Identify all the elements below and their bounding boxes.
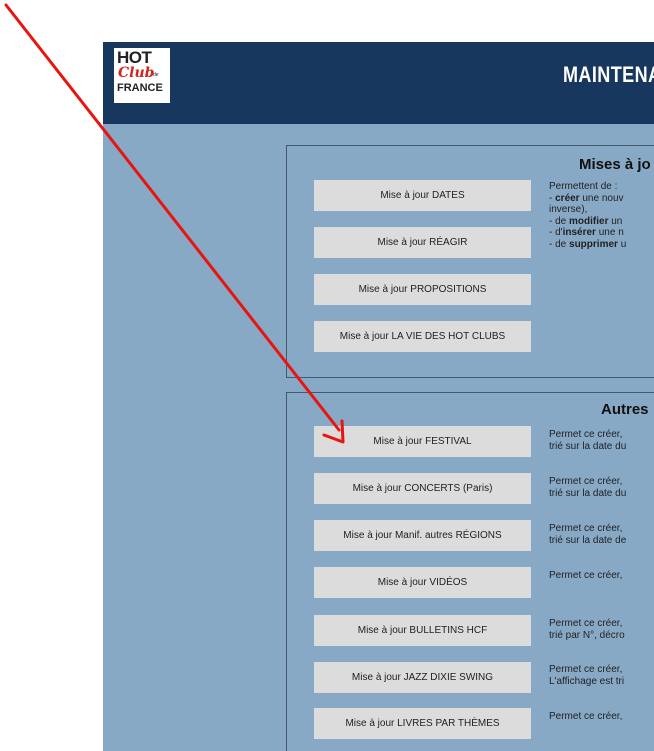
updates-panel-title: Mises à jo (579, 156, 651, 173)
update-festival-button[interactable]: Mise à jour FESTIVAL (314, 426, 531, 457)
bulletins-description: Permet ce créer, trié par N°, décro (549, 618, 625, 641)
desc-line-modify: - de modifier un (549, 215, 623, 227)
jazz-dixie-swing-description: Permet ce créer, L'affichage est tri (549, 664, 625, 687)
update-dates-button[interactable]: Mise à jour DATES (314, 180, 531, 211)
logo-text-club: Club (118, 65, 155, 81)
update-reagir-button[interactable]: Mise à jour RÉAGIR (314, 227, 531, 258)
regions-description: Permet ce créer, trié sur la date de (549, 523, 627, 546)
updates-description: Permettent de : - créer une nouv inverse… (549, 181, 626, 250)
desc-line-inverse: inverse), (549, 204, 588, 215)
desc-line-insert: - d'insérer une n (549, 227, 624, 238)
update-bulletins-button[interactable]: Mise à jour BULLETINS HCF (314, 615, 531, 646)
update-jazz-dixie-swing-button[interactable]: Mise à jour JAZZ DIXIE SWING (314, 662, 531, 693)
videos-description: Permet ce créer, (549, 570, 623, 581)
update-regions-button[interactable]: Mise à jour Manif. autres RÉGIONS (314, 520, 531, 551)
update-livres-button[interactable]: Mise à jour LIVRES PAR THÈMES (314, 708, 531, 739)
concerts-description: Permet ce créer, trié sur la date du (549, 476, 627, 499)
update-vie-hot-clubs-button[interactable]: Mise à jour LA VIE DES HOT CLUBS (314, 321, 531, 352)
hot-club-logo[interactable]: HOT Club de FRANCE (114, 48, 170, 103)
logo-text-hot: HOT (117, 48, 152, 67)
desc-line-create: - créer une nouv (549, 192, 624, 204)
update-videos-button[interactable]: Mise à jour VIDÉOS (314, 567, 531, 598)
desc-line-delete: - de supprimer u (549, 238, 627, 250)
main-content: Mises à jo Mise à jour DATES Mise à jour… (103, 124, 654, 751)
logo-text-france: FRANCE (117, 82, 163, 94)
logo-text-de: de (153, 72, 159, 78)
page-title: MAINTENA (563, 62, 654, 87)
desc-intro: Permettent de : (549, 181, 618, 192)
festival-description: Permet ce créer, trié sur la date du (549, 429, 627, 452)
livres-description: Permet ce créer, (549, 711, 623, 722)
update-propositions-button[interactable]: Mise à jour PROPOSITIONS (314, 274, 531, 305)
update-concerts-button[interactable]: Mise à jour CONCERTS (Paris) (314, 473, 531, 504)
other-updates-panel-title: Autres (601, 401, 649, 418)
